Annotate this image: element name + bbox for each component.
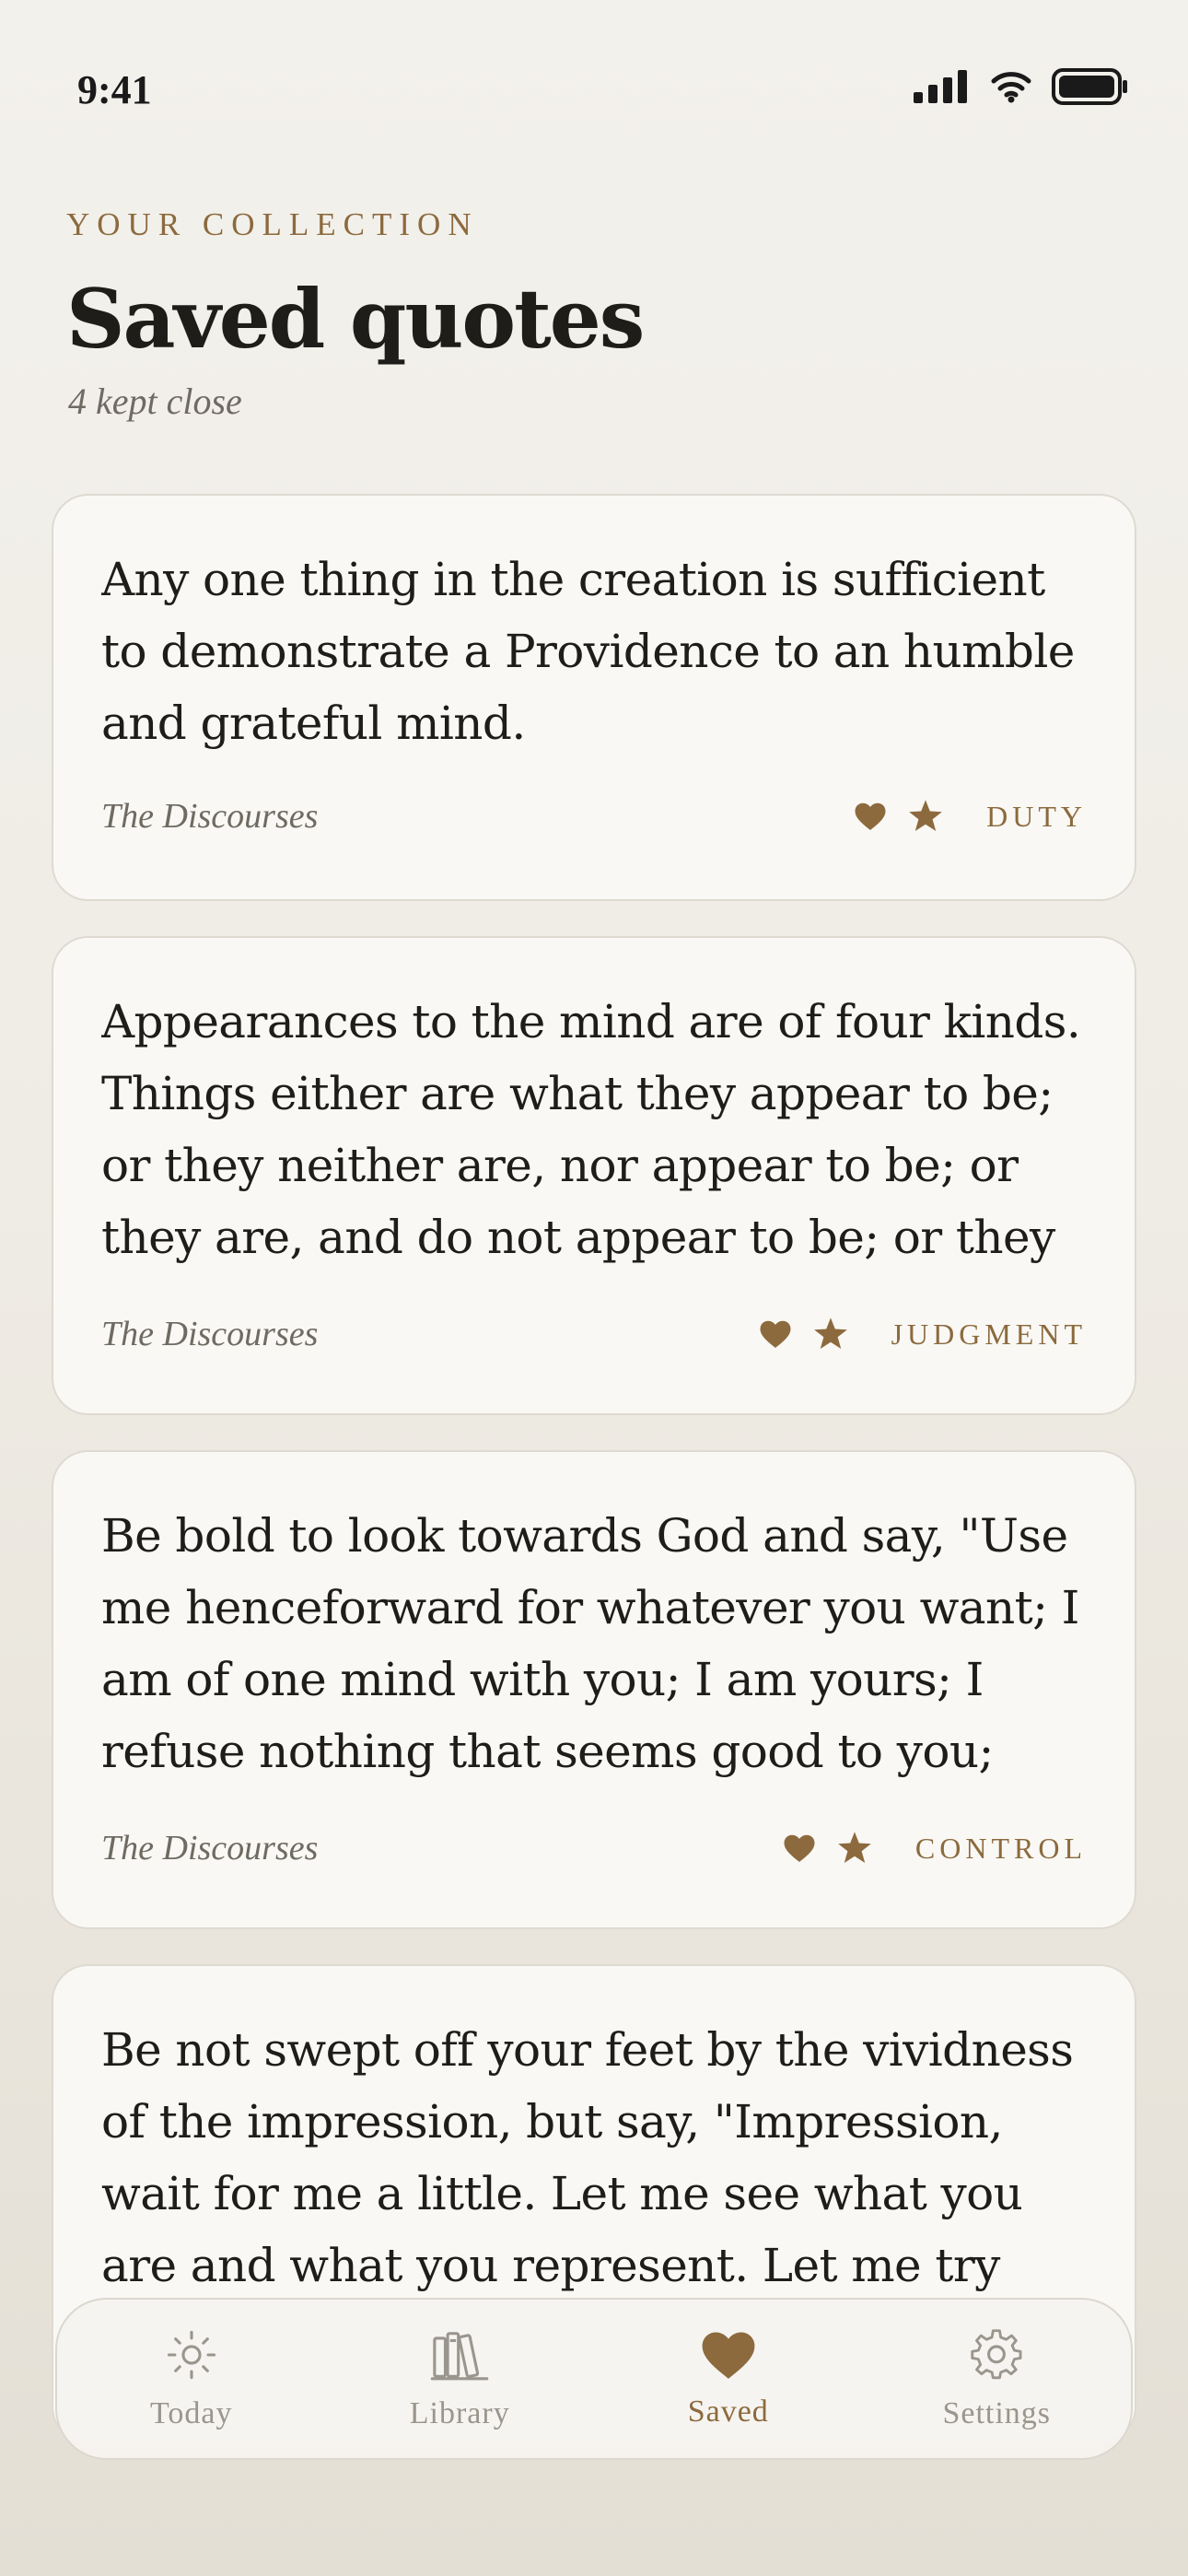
page-title: Saved quotes (66, 271, 645, 367)
quote-source: The Discourses (101, 1315, 319, 1353)
saved-count-subtitle: 4 kept close (68, 381, 242, 422)
heart-icon[interactable] (759, 1318, 792, 1350)
quote-text: Be bold to look towards God and say, "Us… (101, 1509, 1079, 1778)
quote-text: Be not swept off your feet by the vividn… (101, 2023, 1074, 2292)
tab-saved[interactable]: Saved (594, 2300, 863, 2458)
quote-card[interactable]: Appearances to the mind are of four kind… (52, 936, 1136, 1415)
quote-card-footer: The Discourses JUDGMENT (101, 1314, 1087, 1354)
status-icons (914, 68, 1129, 105)
quote-card[interactable]: Any one thing in the creation is suffici… (52, 494, 1136, 901)
tab-today[interactable]: Today (57, 2300, 326, 2458)
quote-card[interactable]: Be bold to look towards God and say, "Us… (52, 1450, 1136, 1929)
battery-icon (1052, 68, 1127, 105)
status-bar: 9:41 (0, 0, 1188, 157)
tab-settings[interactable]: Settings (863, 2300, 1132, 2458)
star-icon[interactable] (907, 799, 944, 834)
wifi-icon (991, 72, 1031, 103)
collection-eyebrow: YOUR COLLECTION (66, 206, 479, 242)
sun-icon (167, 2330, 215, 2380)
quote-text: Appearances to the mind are of four kind… (101, 995, 1081, 1264)
quote-meta: DUTY (854, 799, 1087, 834)
status-time: 9:41 (77, 67, 152, 112)
heart-icon[interactable] (854, 801, 887, 832)
star-icon[interactable] (836, 1831, 873, 1866)
quote-tag[interactable]: DUTY (986, 800, 1087, 834)
quote-card-footer: The Discourses CONTROL (101, 1828, 1087, 1868)
quote-text: Any one thing in the creation is suffici… (101, 553, 1075, 750)
quote-tag[interactable]: CONTROL (915, 1832, 1087, 1866)
quote-meta: CONTROL (783, 1831, 1087, 1866)
tab-bar: Today Library Saved Settings (55, 2298, 1133, 2460)
tab-label: Saved (687, 2395, 769, 2429)
quote-meta: JUDGMENT (759, 1317, 1087, 1352)
tab-library[interactable]: Library (326, 2300, 595, 2458)
heart-icon[interactable] (783, 1832, 816, 1864)
quote-card-footer: The Discourses DUTY (101, 796, 1087, 837)
quote-tag[interactable]: JUDGMENT (891, 1317, 1087, 1352)
cellular-signal-icon (914, 70, 967, 103)
star-icon[interactable] (812, 1317, 849, 1352)
tab-label: Settings (942, 2396, 1052, 2430)
gear-icon (971, 2329, 1022, 2380)
quote-source: The Discourses (101, 1829, 319, 1868)
heart-icon (702, 2332, 755, 2379)
quote-source: The Discourses (101, 797, 319, 836)
tab-label: Today (150, 2396, 233, 2430)
page-header: YOUR COLLECTION Saved quotes 4 kept clos… (66, 206, 1122, 423)
books-icon (430, 2332, 489, 2381)
tab-label: Library (409, 2396, 510, 2430)
